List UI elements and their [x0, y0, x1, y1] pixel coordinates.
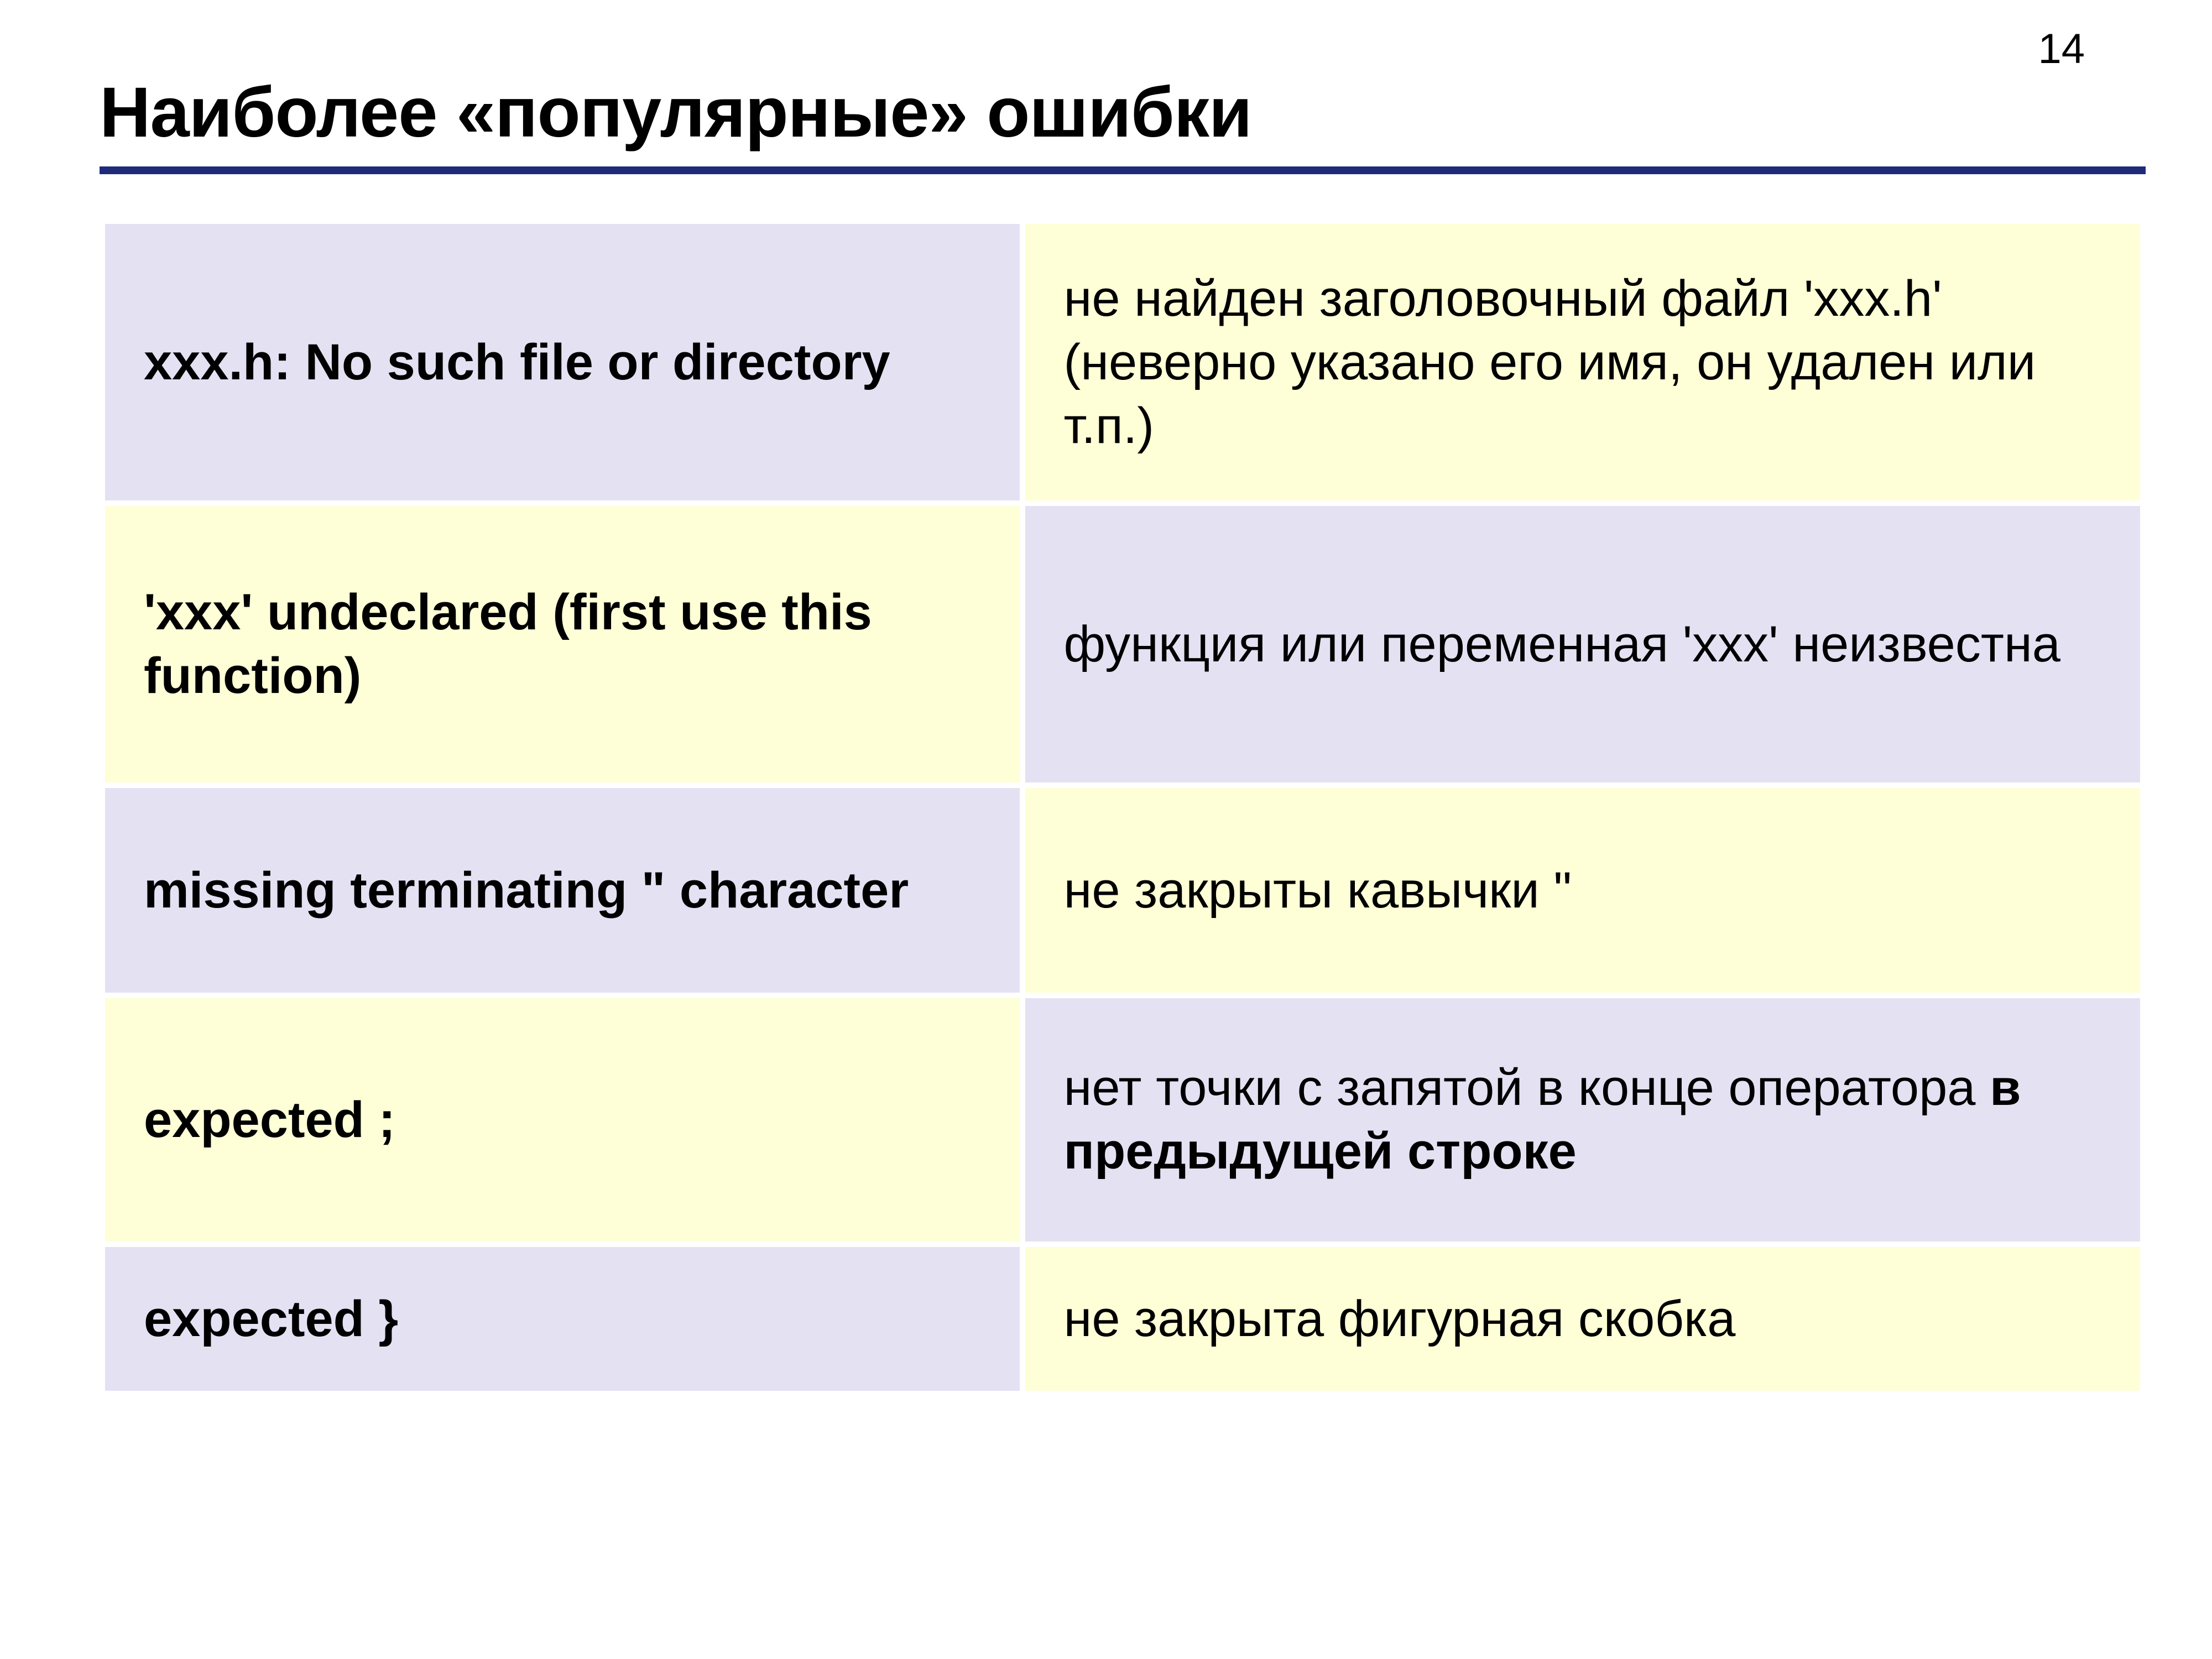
- table-row: 'xxx' undeclared (first use this functio…: [105, 506, 2140, 782]
- error-explanation: не найден заголовочный файл 'xxx.h' (нев…: [1025, 224, 2140, 500]
- errors-table: xxx.h: No such file or directory не найд…: [100, 218, 2146, 1396]
- error-message: 'xxx' undeclared (first use this functio…: [105, 506, 1020, 782]
- error-message: xxx.h: No such file or directory: [105, 224, 1020, 500]
- page-number: 14: [2038, 25, 2085, 73]
- error-explanation: не закрыта фигурная скобка: [1025, 1247, 2140, 1391]
- error-message: expected ;: [105, 998, 1020, 1241]
- slide-title: Наиболее «популярные» ошибки: [100, 72, 2146, 153]
- error-explanation: нет точки с запятой в конце оператора в …: [1025, 998, 2140, 1241]
- error-message: missing terminating " character: [105, 788, 1020, 993]
- error-message: expected }: [105, 1247, 1020, 1391]
- title-rule: [100, 166, 2146, 174]
- table-row: expected ; нет точки с запятой в конце о…: [105, 998, 2140, 1241]
- table-row: xxx.h: No such file or directory не найд…: [105, 224, 2140, 500]
- slide: 14 Наиболее «популярные» ошибки xxx.h: N…: [0, 0, 2212, 1659]
- error-explanation: не закрыты кавычки ": [1025, 788, 2140, 993]
- explanation-text: нет точки с запятой в конце оператора: [1064, 1060, 1990, 1116]
- error-explanation: функция или переменная 'xxx' неизвестна: [1025, 506, 2140, 782]
- table-row: expected } не закрыта фигурная скобка: [105, 1247, 2140, 1391]
- table-row: missing terminating " character не закры…: [105, 788, 2140, 993]
